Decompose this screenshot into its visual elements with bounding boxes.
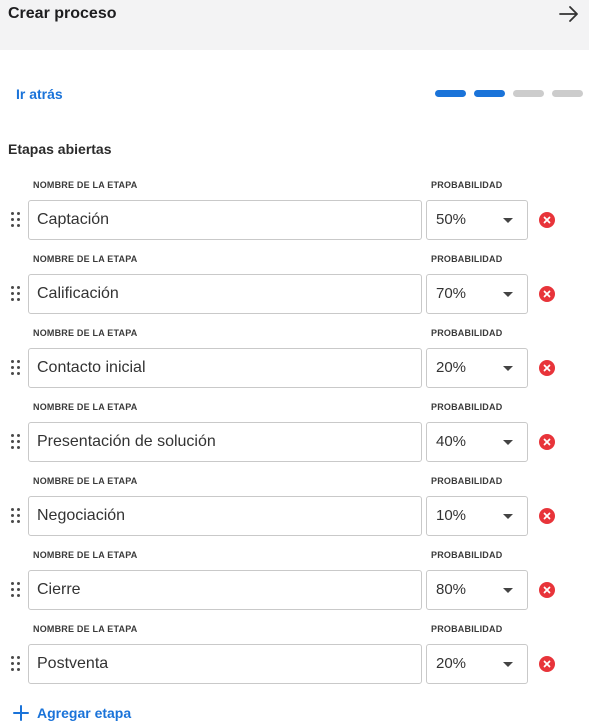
probability-label: PROBABILIDAD bbox=[431, 402, 503, 412]
stage-row: NOMBRE DE LA ETAPA PROBABILIDAD 40% bbox=[0, 398, 589, 472]
header-bar: Crear proceso bbox=[0, 0, 589, 50]
close-icon bbox=[543, 438, 551, 446]
page-title: Crear proceso bbox=[8, 5, 117, 22]
probability-value: 70% bbox=[436, 285, 467, 302]
drag-handle-icon[interactable] bbox=[11, 582, 23, 602]
plus-icon bbox=[13, 705, 29, 721]
step-indicator bbox=[474, 90, 505, 97]
probability-label: PROBABILIDAD bbox=[431, 476, 503, 486]
remove-stage-button[interactable] bbox=[539, 434, 555, 450]
stage-name-label: NOMBRE DE LA ETAPA bbox=[33, 476, 138, 486]
probability-label: PROBABILIDAD bbox=[431, 624, 503, 634]
probability-value: 20% bbox=[436, 655, 467, 672]
close-icon bbox=[543, 512, 551, 520]
probability-select[interactable]: 20% bbox=[426, 348, 528, 388]
back-link[interactable]: Ir atrás bbox=[16, 86, 63, 102]
chevron-down-icon bbox=[503, 588, 513, 593]
stage-name-input[interactable] bbox=[28, 644, 422, 684]
drag-handle-icon[interactable] bbox=[11, 360, 23, 380]
remove-stage-button[interactable] bbox=[539, 212, 555, 228]
add-stage-label: Agregar etapa bbox=[37, 705, 132, 721]
probability-label: PROBABILIDAD bbox=[431, 180, 503, 190]
probability-value: 40% bbox=[436, 433, 467, 450]
step-indicator bbox=[435, 90, 466, 97]
stage-row: NOMBRE DE LA ETAPA PROBABILIDAD 20% bbox=[0, 620, 589, 694]
stage-row: NOMBRE DE LA ETAPA PROBABILIDAD 80% bbox=[0, 546, 589, 620]
stage-name-label: NOMBRE DE LA ETAPA bbox=[33, 624, 138, 634]
stage-name-input[interactable] bbox=[28, 422, 422, 462]
remove-stage-button[interactable] bbox=[539, 508, 555, 524]
probability-label: PROBABILIDAD bbox=[431, 328, 503, 338]
probability-label: PROBABILIDAD bbox=[431, 550, 503, 560]
probability-value: 50% bbox=[436, 211, 467, 228]
chevron-down-icon bbox=[503, 366, 513, 371]
chevron-down-icon bbox=[503, 514, 513, 519]
remove-stage-button[interactable] bbox=[539, 656, 555, 672]
probability-value: 80% bbox=[436, 581, 467, 598]
stage-row: NOMBRE DE LA ETAPA PROBABILIDAD 50% bbox=[0, 176, 589, 250]
step-indicator bbox=[513, 90, 544, 97]
stage-name-input[interactable] bbox=[28, 570, 422, 610]
stage-name-input[interactable] bbox=[28, 496, 422, 536]
chevron-down-icon bbox=[503, 662, 513, 667]
step-indicator bbox=[552, 90, 583, 97]
remove-stage-button[interactable] bbox=[539, 582, 555, 598]
chevron-down-icon bbox=[503, 440, 513, 445]
close-icon bbox=[543, 660, 551, 668]
stage-name-label: NOMBRE DE LA ETAPA bbox=[33, 180, 138, 190]
drag-handle-icon[interactable] bbox=[11, 212, 23, 232]
remove-stage-button[interactable] bbox=[539, 286, 555, 302]
probability-value: 20% bbox=[436, 359, 467, 376]
close-icon bbox=[543, 290, 551, 298]
stage-name-input[interactable] bbox=[28, 200, 422, 240]
stage-name-label: NOMBRE DE LA ETAPA bbox=[33, 402, 138, 412]
chevron-down-icon bbox=[503, 218, 513, 223]
probability-select[interactable]: 10% bbox=[426, 496, 528, 536]
probability-value: 10% bbox=[436, 507, 467, 524]
stage-row: NOMBRE DE LA ETAPA PROBABILIDAD 10% bbox=[0, 472, 589, 546]
probability-select[interactable]: 20% bbox=[426, 644, 528, 684]
probability-select[interactable]: 50% bbox=[426, 200, 528, 240]
close-icon bbox=[543, 216, 551, 224]
remove-stage-button[interactable] bbox=[539, 360, 555, 376]
probability-select[interactable]: 40% bbox=[426, 422, 528, 462]
drag-handle-icon[interactable] bbox=[11, 508, 23, 528]
close-icon bbox=[543, 586, 551, 594]
stage-name-label: NOMBRE DE LA ETAPA bbox=[33, 254, 138, 264]
probability-label: PROBABILIDAD bbox=[431, 254, 503, 264]
chevron-down-icon bbox=[503, 292, 513, 297]
drag-handle-icon[interactable] bbox=[11, 434, 23, 454]
probability-select[interactable]: 70% bbox=[426, 274, 528, 314]
stage-row: NOMBRE DE LA ETAPA PROBABILIDAD 70% bbox=[0, 250, 589, 324]
section-title: Etapas abiertas bbox=[8, 141, 112, 157]
drag-handle-icon[interactable] bbox=[11, 286, 23, 306]
close-icon bbox=[543, 364, 551, 372]
stage-name-label: NOMBRE DE LA ETAPA bbox=[33, 328, 138, 338]
arrow-right-icon[interactable] bbox=[558, 5, 580, 23]
step-progress bbox=[435, 90, 583, 98]
stage-name-input[interactable] bbox=[28, 348, 422, 388]
stage-name-input[interactable] bbox=[28, 274, 422, 314]
stage-row: NOMBRE DE LA ETAPA PROBABILIDAD 20% bbox=[0, 324, 589, 398]
drag-handle-icon[interactable] bbox=[11, 656, 23, 676]
stage-name-label: NOMBRE DE LA ETAPA bbox=[33, 550, 138, 560]
probability-select[interactable]: 80% bbox=[426, 570, 528, 610]
